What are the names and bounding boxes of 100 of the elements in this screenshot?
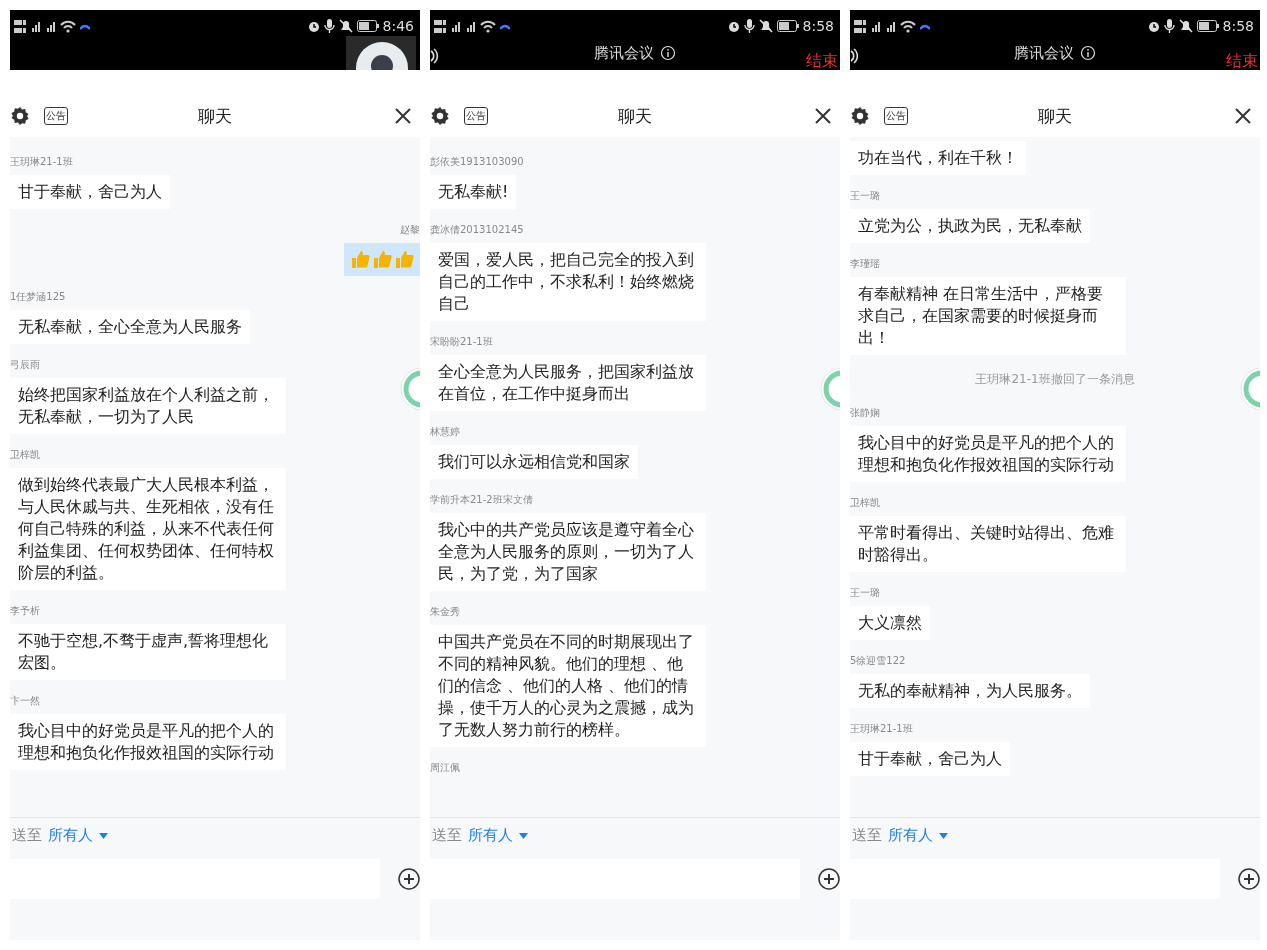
alarm-icon: [307, 19, 320, 33]
settings-icon[interactable]: [10, 106, 30, 126]
message-bubble: 无私奉献!: [430, 175, 517, 209]
wifi-icon: [60, 19, 76, 33]
microphone-icon: [1163, 19, 1175, 33]
message-bubble: 无私的奉献精神，为人民服务。: [850, 674, 1090, 708]
info-icon[interactable]: [1080, 45, 1096, 61]
muted-bell-icon: [338, 19, 353, 33]
message-bubble: 做到始终代表最广大人民根本利益，与人民休戚与共、生死相依，没有任何自己特殊的利益，从来不代表任何利益集团、任何权势团体、任何特权阶层的利益。: [10, 468, 286, 590]
meeting-title: 腾讯会议: [594, 43, 654, 63]
message-bubble: 我心目中的好党员是平凡的把个人的理想和抱负化作报效祖国的实际行动: [10, 714, 286, 770]
message-bubble: 立党为公，执政为民，无私奉献: [850, 209, 1090, 243]
chat-title: 聊天: [618, 104, 652, 128]
add-icon[interactable]: [818, 868, 840, 890]
sender-name: 1任梦涵125: [10, 290, 66, 304]
sender-name: 李瑾瑶: [850, 257, 880, 271]
notice-board-button[interactable]: 公告: [884, 107, 908, 125]
chat-title: 聊天: [198, 104, 232, 128]
caret-icon[interactable]: [99, 832, 108, 839]
message-bubble: 爱国，爱人民，把自己完全的投入到自己的工作中，不求私利！始终燃烧自己: [430, 243, 706, 321]
message-bubble: 我心目中的好党员是平凡的把个人的理想和抱负化作报效祖国的实际行动: [850, 426, 1126, 482]
sender-name: 赵黎: [400, 223, 420, 237]
recipient-dropdown[interactable]: 所有人: [888, 826, 933, 845]
caret-icon[interactable]: [519, 832, 528, 839]
message-bubble: 我们可以永远相信党和国家: [430, 445, 638, 479]
thumbs-up-icon: [350, 249, 370, 270]
message-bubble: 全心全意为人民服务，把国家利益放在首位，在工作中挺身而出: [430, 355, 706, 411]
sender-name: 周江佩: [430, 761, 460, 775]
sender-name: 王一璐: [850, 189, 880, 203]
wifi-icon: [480, 19, 496, 33]
send-to-label: 送至: [12, 826, 42, 845]
alarm-icon: [727, 19, 740, 33]
sender-name: 5徐迎雪122: [850, 654, 906, 668]
sender-name: 王一璐: [850, 586, 880, 600]
battery-icon: [356, 20, 379, 32]
microphone-icon: [743, 19, 755, 33]
add-icon[interactable]: [398, 868, 420, 890]
muted-bell-icon: [758, 19, 773, 33]
info-icon[interactable]: [660, 45, 676, 61]
avatar: [346, 36, 416, 70]
meeting-title: 腾讯会议: [1014, 43, 1074, 63]
signal-icon: [885, 20, 896, 32]
message-bubble: 我心中的共产党员应该是遵守着全心全意为人民服务的原则，一切为了人民，为了党，为了国家: [430, 513, 706, 591]
speaker-icon: [430, 48, 440, 64]
message-bubble: 中国共产党员在不同的时期展现出了不同的精神风貌。他们的理想 、他们的信念 、他们的人格 、他们的情操，使千万人的心灵为之震撼，成为了无数人努力前行的榜样。: [430, 625, 706, 747]
sender-name: 卫梓凯: [850, 496, 880, 510]
message-bubble: 甘于奉献，舍己为人: [850, 742, 1010, 776]
signal-icon: [450, 20, 461, 32]
message-bubble: 甘于奉献，舍己为人: [10, 175, 170, 209]
status-time: 8:58: [802, 18, 834, 34]
end-meeting-button[interactable]: 结束: [1226, 51, 1258, 72]
message-bubble: 大义凛然: [850, 606, 930, 640]
sender-name: 彭依美1913103090: [430, 155, 524, 169]
sender-name: 朱金秀: [430, 605, 460, 619]
alarm-icon: [1147, 19, 1160, 33]
message-bubble: 功在当代，利在千秋！: [850, 141, 1026, 175]
chat-title: 聊天: [1038, 104, 1072, 128]
message-bubble: 平常时看得出、关键时站得出、危难时豁得出。: [850, 516, 1126, 572]
sender-name: 王玥琳21-1班: [850, 722, 913, 736]
battery-icon: [776, 20, 799, 32]
message-bubble: 不驰于空想,不骛于虚声,誓将理想化宏图。: [10, 624, 286, 680]
sender-name: 王玥琳21-1班: [10, 155, 73, 169]
status-time: 8:58: [1222, 18, 1254, 34]
system-notice: 王玥琳21-1班撤回了一条消息: [975, 371, 1135, 388]
signal-icon: [45, 20, 56, 32]
sender-name: 学前升本21-2班宋文倩: [430, 493, 533, 507]
sender-name: 弓辰雨: [10, 358, 40, 372]
sender-name: 李予析: [10, 604, 40, 618]
close-icon[interactable]: [394, 107, 412, 125]
sender-name: 林慧婷: [430, 425, 460, 439]
settings-icon[interactable]: [430, 106, 450, 126]
microphone-icon: [323, 19, 335, 33]
close-icon[interactable]: [1234, 107, 1252, 125]
close-icon[interactable]: [814, 107, 832, 125]
recipient-dropdown[interactable]: 所有人: [468, 826, 513, 845]
sender-name: 卞一然: [10, 694, 40, 708]
message-bubble: 有奉献精神 在日常生活中，严格要求自己，在国家需要的时候挺身而出！: [850, 277, 1126, 355]
notice-board-button[interactable]: 公告: [464, 107, 488, 125]
send-to-label: 送至: [432, 826, 462, 845]
thumbs-up-icon: [394, 249, 414, 270]
sender-name: 卫梓凯: [10, 448, 40, 462]
end-meeting-button[interactable]: 结束: [806, 51, 838, 72]
speaker-icon: [850, 48, 860, 64]
muted-bell-icon: [1178, 19, 1193, 33]
sender-name: 张静娴: [850, 406, 880, 420]
caret-icon[interactable]: [939, 832, 948, 839]
add-icon[interactable]: [1238, 868, 1260, 890]
settings-icon[interactable]: [850, 106, 870, 126]
notice-board-button[interactable]: 公告: [44, 107, 68, 125]
message-bubble: 始终把国家利益放在个人利益之前，无私奉献，一切为了人民: [10, 378, 286, 434]
status-time: 8:46: [382, 18, 414, 34]
sender-name: 宋盼盼21-1班: [430, 335, 493, 349]
signal-icon: [30, 20, 41, 32]
sender-name: 龚冰倩2013102145: [430, 223, 524, 237]
message-bubble: 无私奉献，全心全意为人民服务: [10, 310, 250, 344]
send-to-label: 送至: [852, 826, 882, 845]
signal-icon: [870, 20, 881, 32]
signal-icon: [465, 20, 476, 32]
thumbs-up-icon: [372, 249, 392, 270]
recipient-dropdown[interactable]: 所有人: [48, 826, 93, 845]
